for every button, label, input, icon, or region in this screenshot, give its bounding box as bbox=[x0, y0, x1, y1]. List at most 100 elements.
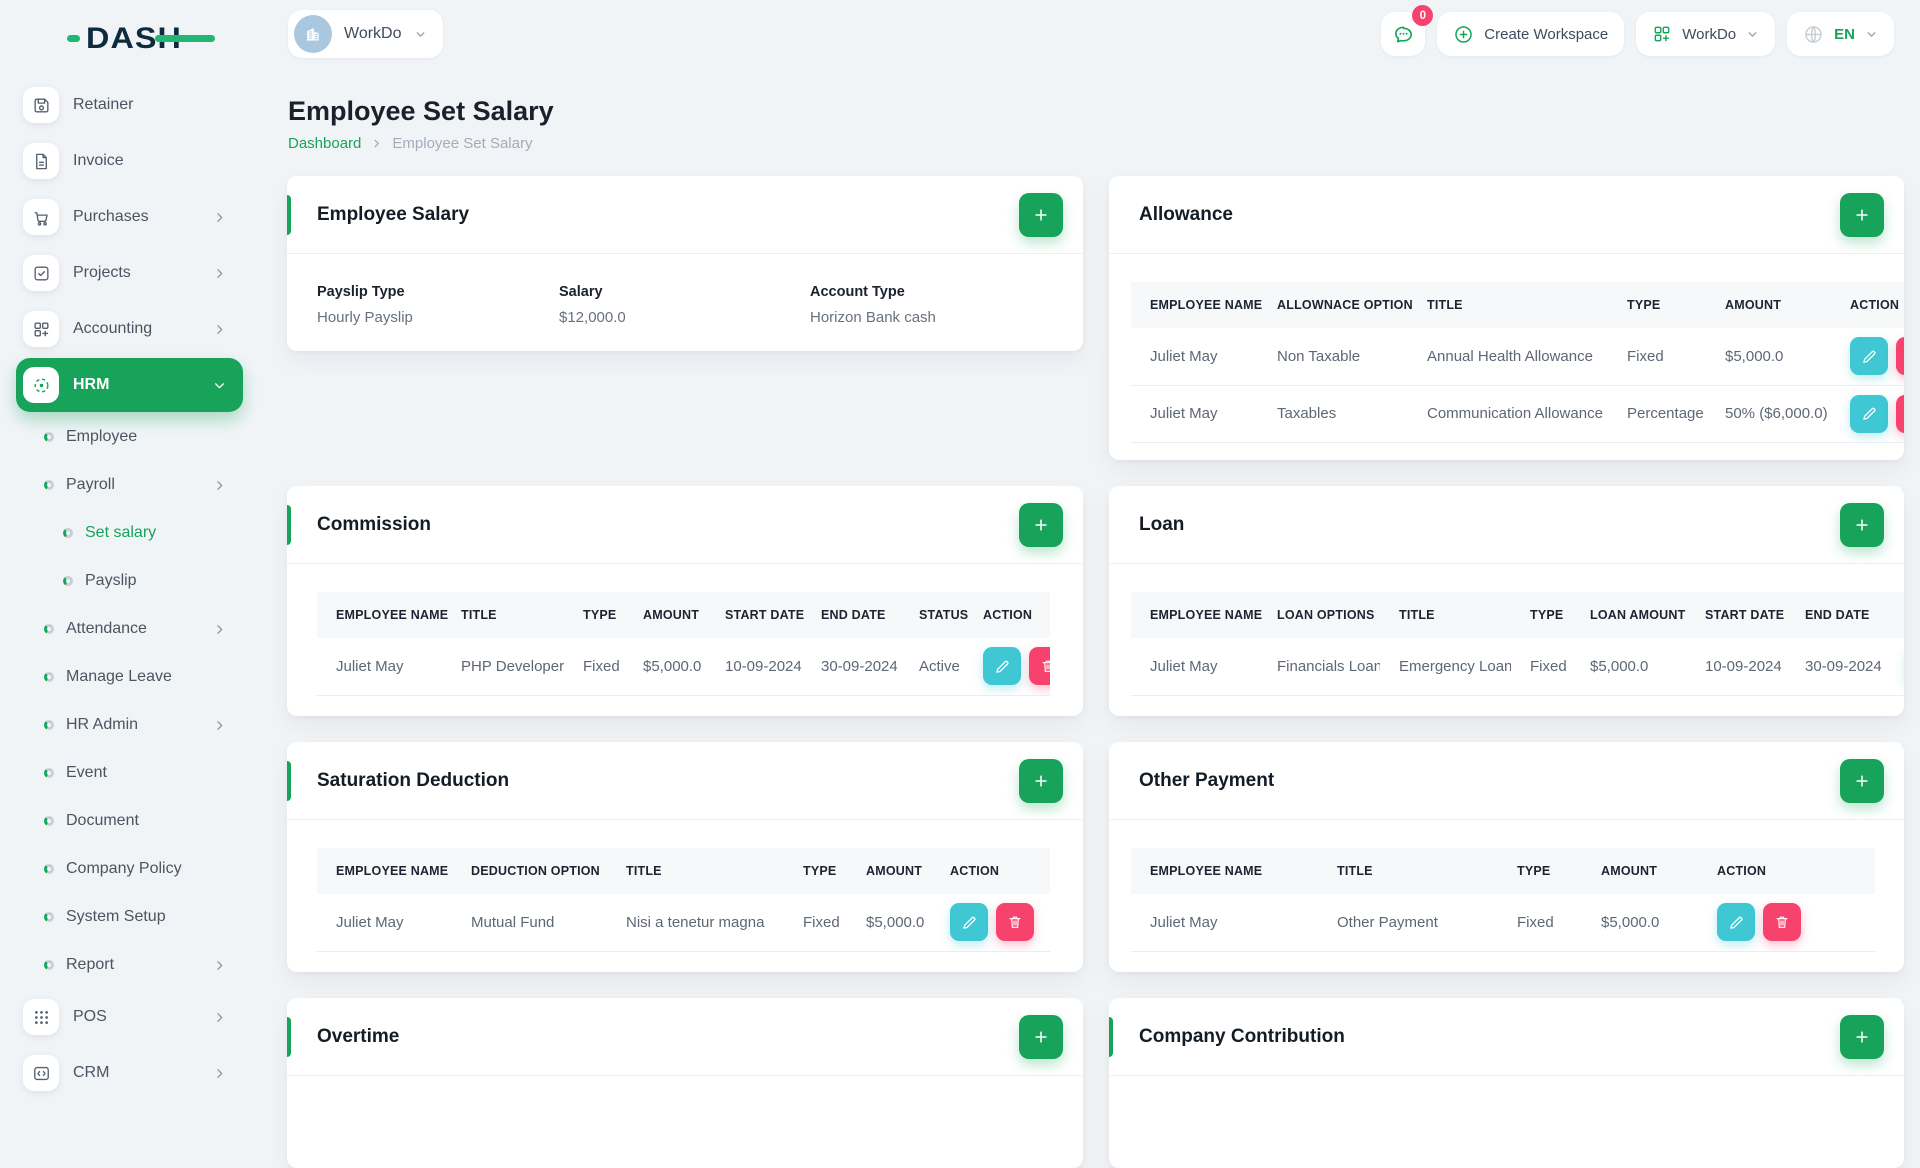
sidebar-item-label: Attendance bbox=[66, 620, 147, 637]
field-payslip-type: Payslip Type Hourly Payslip bbox=[317, 284, 413, 326]
sidebar-item-label: Employee bbox=[66, 428, 138, 445]
sidebar-item-crm[interactable]: CRM bbox=[0, 1045, 264, 1101]
dots-icon bbox=[23, 999, 59, 1035]
add-employee-salary-button[interactable] bbox=[1019, 192, 1063, 237]
column-header: TITLE bbox=[461, 608, 497, 622]
sidebar-item-label: Accounting bbox=[73, 320, 153, 337]
breadcrumb-separator-icon bbox=[371, 138, 382, 149]
sidebar-item-employee[interactable]: Employee bbox=[0, 413, 264, 461]
chevron-right-icon bbox=[217, 1012, 223, 1022]
sidebar-item-accounting[interactable]: Accounting bbox=[0, 301, 264, 357]
card-loan: Loan EMPLOYEE NAME LOAN OPTIONS TITLE TYPE L… bbox=[1109, 486, 1904, 716]
sidebar-item-hrm[interactable]: HRM bbox=[0, 357, 264, 413]
column-header: STATUS bbox=[919, 608, 969, 622]
add-commission-button[interactable] bbox=[1019, 502, 1063, 547]
table-cell: Juliet May bbox=[1150, 913, 1218, 931]
card-allowance: Allowance EMPLOYEE NAME ALLOWNACE OPTION T… bbox=[1109, 176, 1904, 460]
table-row: Juliet May PHP Developer Fixed $5,000.0 10-0… bbox=[317, 638, 1050, 695]
delete-button[interactable] bbox=[1763, 903, 1801, 942]
table-cell-actions bbox=[1886, 638, 1904, 695]
language-selector[interactable]: EN bbox=[1787, 12, 1894, 56]
add-loan-button[interactable] bbox=[1840, 502, 1884, 547]
breadcrumb-dashboard-link[interactable]: Dashboard bbox=[288, 135, 361, 152]
messages-count-badge: 0 bbox=[1412, 5, 1434, 26]
sidebar-item-payroll[interactable]: Payroll bbox=[0, 461, 264, 509]
table-cell: Juliet May bbox=[336, 657, 404, 675]
add-overtime-button[interactable] bbox=[1019, 1014, 1063, 1059]
field-salary: Salary $12,000.0 bbox=[559, 284, 626, 326]
delete-button[interactable] bbox=[1896, 337, 1904, 376]
circle-bullet-icon bbox=[44, 672, 54, 682]
sidebar-item-payslip[interactable]: Payslip bbox=[0, 557, 264, 605]
sidebar-item-retainer[interactable]: Retainer bbox=[0, 77, 264, 133]
column-header: TYPE bbox=[803, 864, 837, 878]
edit-button[interactable] bbox=[1850, 394, 1888, 433]
edit-button[interactable] bbox=[983, 647, 1021, 686]
sidebar-item-company-policy[interactable]: Company Policy bbox=[0, 845, 264, 893]
chevron-down-icon bbox=[416, 31, 424, 37]
edit-button[interactable] bbox=[1717, 903, 1755, 942]
chevron-right-icon bbox=[217, 1068, 223, 1078]
delete-button[interactable] bbox=[996, 903, 1034, 942]
table-cell: $5,000.0 bbox=[643, 657, 702, 675]
plus-icon bbox=[1035, 774, 1047, 787]
sidebar-item-report[interactable]: Report bbox=[0, 941, 264, 989]
circle-bullet-icon bbox=[63, 528, 73, 538]
column-header: EMPLOYEE NAME bbox=[1150, 608, 1263, 622]
column-header: AMOUNT bbox=[1601, 864, 1658, 878]
table-cell: $5,000.0 bbox=[1601, 913, 1660, 931]
save-icon bbox=[23, 87, 59, 123]
apps-menu-button[interactable]: WorkDo bbox=[1636, 12, 1776, 56]
saturation-deduction-table: EMPLOYEE NAME DEDUCTION OPTION TITLE TYPE AM… bbox=[317, 848, 1053, 952]
pencil-icon bbox=[1729, 916, 1743, 929]
workspace-switcher[interactable]: WorkDo bbox=[288, 10, 443, 58]
topbar-actions: 0 Create Workspace WorkDo EN bbox=[1381, 5, 1894, 56]
card-title: Commission bbox=[317, 513, 432, 535]
sidebar-item-purchases[interactable]: Purchases bbox=[0, 189, 264, 245]
add-company-contribution-button[interactable] bbox=[1840, 1014, 1884, 1059]
logo-dash-icon bbox=[67, 35, 80, 42]
table-cell: Mutual Fund bbox=[471, 913, 555, 931]
plus-icon bbox=[1035, 1030, 1047, 1043]
workspace-avatar bbox=[294, 15, 332, 53]
sidebar-nav: Retainer Invoice Purchases Projects Accounti… bbox=[0, 77, 264, 1101]
sidebar-item-invoice[interactable]: Invoice bbox=[0, 133, 264, 189]
add-other-payment-button[interactable] bbox=[1840, 758, 1884, 803]
sidebar-item-manage-leave[interactable]: Manage Leave bbox=[0, 653, 264, 701]
sidebar-item-system-setup[interactable]: System Setup bbox=[0, 893, 264, 941]
edit-button[interactable] bbox=[950, 903, 988, 942]
sidebar-item-attendance[interactable]: Attendance bbox=[0, 605, 264, 653]
sidebar-item-set-salary[interactable]: Set salary bbox=[0, 509, 264, 557]
column-header: TITLE bbox=[1427, 298, 1463, 312]
brand-logo[interactable]: DASH bbox=[67, 20, 217, 61]
add-saturation-deduction-button[interactable] bbox=[1019, 758, 1063, 803]
card-other-payment: Other Payment EMPLOYEE NAME TITLE TYPE AMOU… bbox=[1109, 742, 1904, 972]
building-icon bbox=[307, 28, 319, 41]
table-cell-actions bbox=[1698, 894, 1875, 951]
table-cell: Fixed bbox=[1627, 347, 1664, 365]
column-header: DEDUCTION OPTION bbox=[471, 864, 600, 878]
trash-icon bbox=[1776, 916, 1788, 929]
add-allowance-button[interactable] bbox=[1840, 192, 1884, 237]
sidebar-item-event[interactable]: Event bbox=[0, 749, 264, 797]
sidebar-item-hr-admin[interactable]: HR Admin bbox=[0, 701, 264, 749]
column-header: ACTION bbox=[983, 608, 1033, 622]
table-row: Juliet May Non Taxable Annual Health Allow… bbox=[1131, 328, 1904, 385]
table-cell: PHP Developer bbox=[461, 657, 564, 675]
edit-button[interactable] bbox=[1850, 337, 1888, 376]
sidebar-item-document[interactable]: Document bbox=[0, 797, 264, 845]
sidebar-item-projects[interactable]: Projects bbox=[0, 245, 264, 301]
column-header: ACTION bbox=[1717, 864, 1767, 878]
delete-button[interactable] bbox=[1029, 647, 1050, 686]
column-header: AMOUNT bbox=[866, 864, 923, 878]
sidebar-item-label: Company Policy bbox=[66, 860, 182, 877]
messages-button[interactable]: 0 bbox=[1381, 5, 1434, 56]
create-workspace-button[interactable]: Create Workspace bbox=[1437, 12, 1625, 56]
table-row: Juliet May Mutual Fund Nisi a tenetur magn… bbox=[317, 894, 1050, 951]
sidebar-item-pos[interactable]: POS bbox=[0, 989, 264, 1045]
table-header-row: EMPLOYEE NAME TITLE TYPE AMOUNT ACTION bbox=[1131, 848, 1875, 894]
delete-button[interactable] bbox=[1896, 394, 1904, 433]
column-header: EMPLOYEE NAME bbox=[1150, 298, 1263, 312]
column-header: EMPLOYEE NAME bbox=[1150, 864, 1263, 878]
chevron-right-icon bbox=[217, 324, 223, 334]
